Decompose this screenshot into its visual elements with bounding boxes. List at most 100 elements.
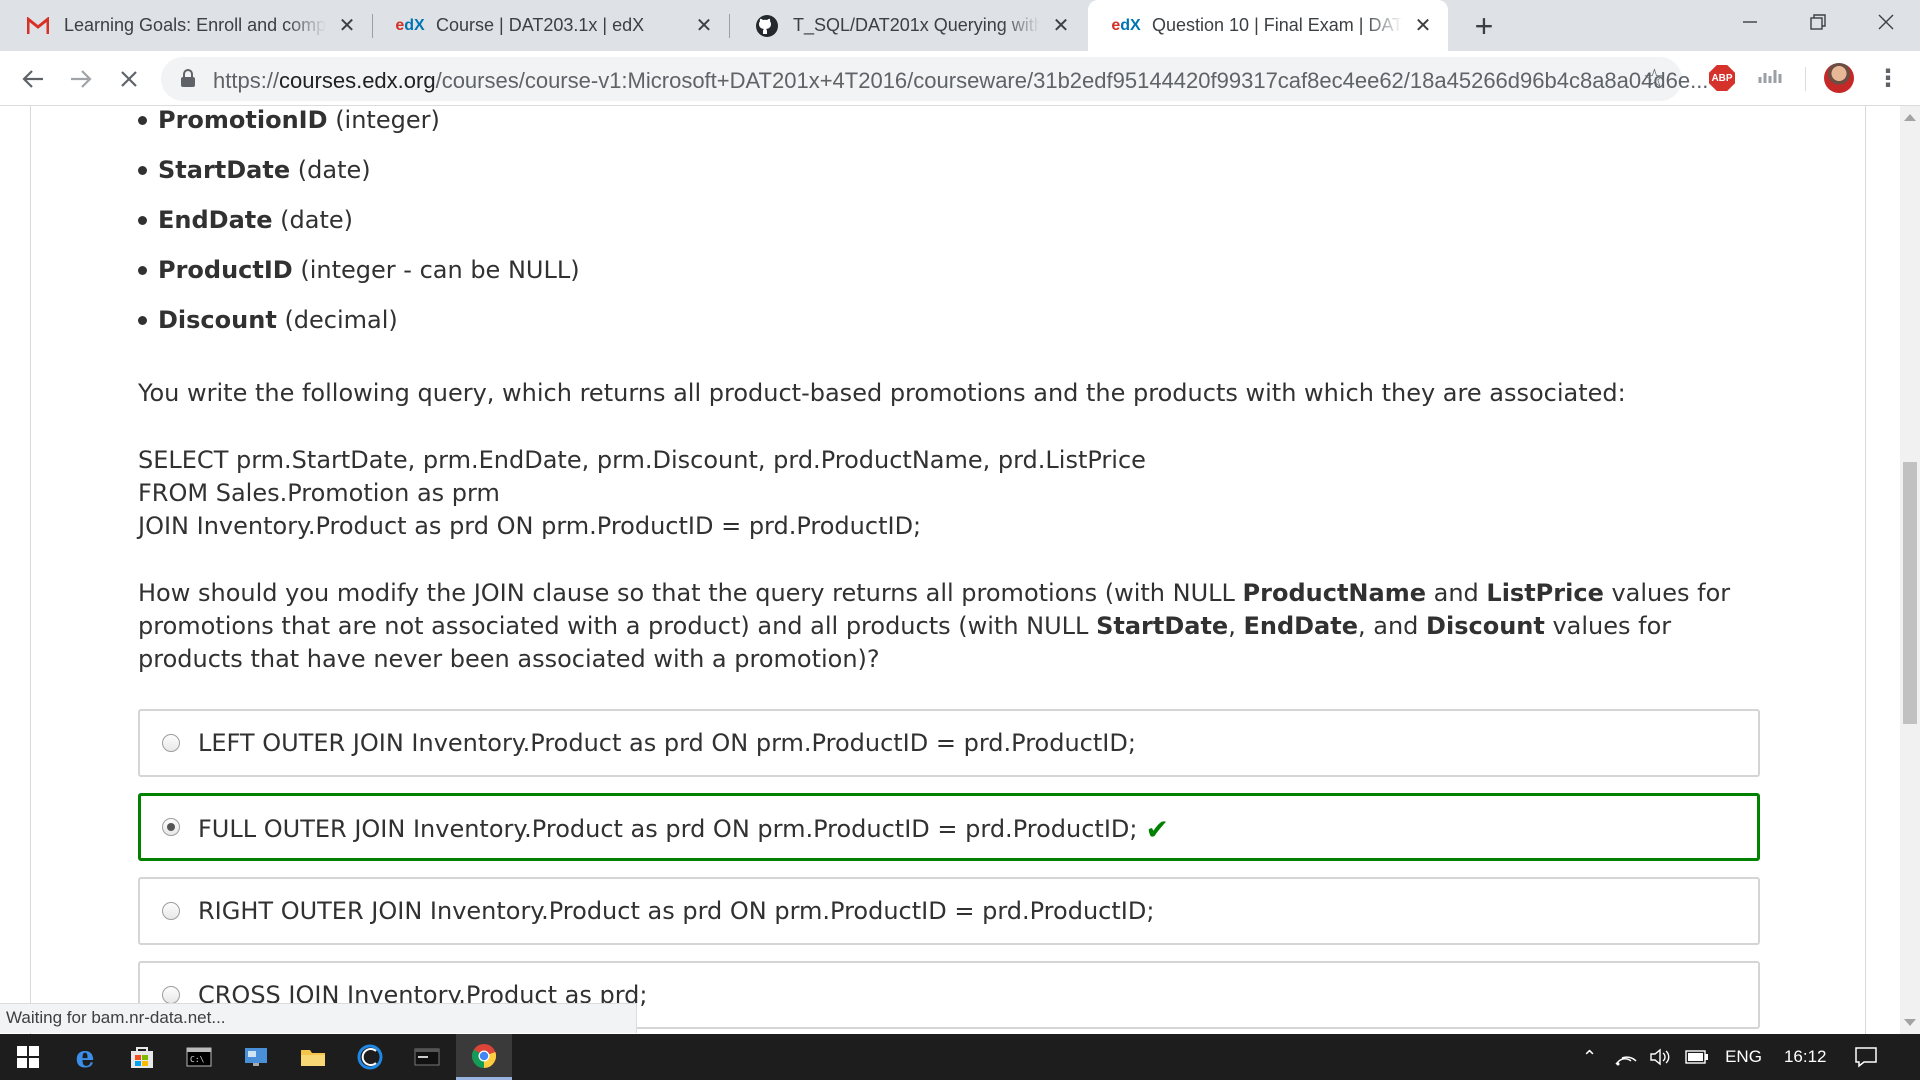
toolbar-divider: [1805, 67, 1806, 91]
windows-logo-icon: [17, 1046, 39, 1068]
field-type: (date): [297, 156, 371, 184]
page-scrollbar[interactable]: [1900, 106, 1920, 1034]
option-label: LEFT OUTER JOIN Inventory.Product as prd…: [198, 729, 1136, 757]
bullet: [138, 266, 147, 275]
list-item: EndDate (date): [138, 206, 354, 234]
close-tab-icon[interactable]: ✕: [336, 15, 358, 37]
store-icon: [131, 1047, 153, 1068]
tab-exam-question[interactable]: e dX Question 10 | Final Exam | DAT20 ✕: [1088, 0, 1448, 51]
field-type: (date): [280, 206, 354, 234]
adblock-icon[interactable]: ABP: [1709, 65, 1735, 91]
answer-option[interactable]: LEFT OUTER JOIN Inventory.Product as prd…: [138, 709, 1760, 777]
back-button[interactable]: [16, 62, 50, 96]
field-name: EndDate: [158, 206, 273, 234]
sql-line-select: SELECT prm.StartDate, prm.EndDate, prm.D…: [138, 446, 1146, 474]
system-tray: ⌃ ENG 16:12: [1582, 1034, 1878, 1080]
clock[interactable]: 16:12: [1784, 1047, 1827, 1067]
edx-icon: e dX: [1111, 16, 1141, 34]
bullet: [138, 116, 147, 125]
browser-toolbar: https://courses.edx.org/courses/course-v…: [0, 51, 1920, 106]
url-text: https://courses.edx.org/courses/course-v…: [213, 68, 1709, 93]
stop-loading-button[interactable]: [112, 62, 146, 96]
taskbar-remote-desktop[interactable]: [228, 1034, 284, 1080]
taskbar-file-explorer[interactable]: [285, 1034, 341, 1080]
remote-desktop-icon: [245, 1048, 267, 1066]
radio-button[interactable]: [162, 986, 180, 1004]
bullet: [138, 216, 147, 225]
question-prompt: How should you modify the JOIN clause so…: [138, 579, 1731, 673]
status-bubble: Waiting for bam.nr-data.net...: [0, 1003, 637, 1033]
radio-button[interactable]: [162, 818, 180, 836]
extension-chart-icon[interactable]: [1758, 65, 1784, 91]
new-tab-button[interactable]: +: [1467, 8, 1501, 44]
option-label: RIGHT OUTER JOIN Inventory.Product as pr…: [198, 897, 1155, 925]
tab-gmail[interactable]: Learning Goals: Enroll and compl ✕: [0, 0, 372, 51]
option-label: FULL OUTER JOIN Inventory.Product as prd…: [198, 813, 1169, 846]
field-name: StartDate: [158, 156, 291, 184]
field-type: (integer - can be NULL): [300, 256, 580, 284]
restore-button[interactable]: [1784, 0, 1852, 44]
tray-expand-icon[interactable]: ⌃: [1582, 1047, 1597, 1068]
page-viewport: PromotionID (integer) StartDate (date) E…: [0, 106, 1900, 1034]
forward-button[interactable]: [64, 62, 98, 96]
close-window-button[interactable]: [1852, 0, 1920, 44]
close-tab-icon[interactable]: ✕: [1050, 15, 1072, 37]
volume-icon[interactable]: [1649, 1048, 1671, 1066]
taskbar-chrome[interactable]: [456, 1034, 512, 1080]
restore-icon: [1810, 14, 1826, 30]
tab-github[interactable]: T_SQL/DAT201x Querying with Tr ✕: [729, 0, 1086, 51]
list-item: Discount (decimal): [138, 306, 398, 334]
checkmark-icon: ✔: [1145, 813, 1169, 846]
folder-icon: [301, 1050, 325, 1066]
ccleaner-icon: [357, 1044, 383, 1070]
address-bar[interactable]: https://courses.edx.org/courses/course-v…: [161, 57, 1708, 101]
chrome-icon: [472, 1043, 497, 1068]
minimize-icon: [1743, 21, 1757, 23]
close-icon: [1878, 14, 1894, 30]
chrome-menu-icon[interactable]: ⋮: [1876, 63, 1900, 93]
forward-arrow-icon: [71, 70, 92, 88]
close-tab-icon[interactable]: ✕: [693, 15, 715, 37]
bookmark-star-icon[interactable]: ☆: [1643, 63, 1666, 94]
windows-taskbar: e C:\ ⌃ ENG 16:12: [0, 1034, 1920, 1080]
radio-button[interactable]: [162, 734, 180, 752]
language-indicator[interactable]: ENG: [1725, 1047, 1762, 1067]
wifi-icon[interactable]: [1615, 1048, 1637, 1066]
field-name: Discount: [158, 306, 277, 334]
taskbar-edge[interactable]: e: [57, 1034, 113, 1080]
taskbar-store[interactable]: [114, 1034, 170, 1080]
sql-line-from: FROM Sales.Promotion as prm: [138, 479, 500, 507]
answer-option[interactable]: RIGHT OUTER JOIN Inventory.Product as pr…: [138, 877, 1760, 945]
sql-line-join: JOIN Inventory.Product as prd ON prm.Pro…: [138, 512, 922, 540]
answer-option-selected[interactable]: FULL OUTER JOIN Inventory.Product as prd…: [138, 793, 1760, 861]
scrollbar-thumb[interactable]: [1903, 462, 1917, 724]
field-type: (integer): [335, 106, 440, 134]
tab-title: Question 10 | Final Exam | DAT20: [1152, 15, 1402, 35]
battery-icon[interactable]: [1685, 1050, 1709, 1064]
close-tab-icon[interactable]: ✕: [1412, 15, 1434, 37]
lock-icon: [181, 69, 195, 87]
stop-icon: [121, 71, 137, 87]
terminal-icon: C:\: [186, 1047, 212, 1067]
bullet: [138, 316, 147, 325]
tab-title: Learning Goals: Enroll and compl: [64, 15, 326, 35]
field-name: PromotionID: [158, 106, 328, 134]
radio-button[interactable]: [162, 902, 180, 920]
taskbar-terminal[interactable]: C:\: [171, 1034, 227, 1080]
back-arrow-icon: [22, 70, 43, 88]
gmail-icon: [26, 14, 50, 38]
list-item: ProductID (integer - can be NULL): [138, 256, 580, 284]
action-center-icon[interactable]: [1854, 1046, 1878, 1068]
scroll-down-icon[interactable]: [1904, 1019, 1916, 1026]
profile-avatar[interactable]: [1824, 63, 1854, 93]
taskbar-cmd[interactable]: [399, 1034, 455, 1080]
taskbar-ccleaner[interactable]: [342, 1034, 398, 1080]
list-item: StartDate (date): [138, 156, 371, 184]
tab-strip: Learning Goals: Enroll and compl ✕ e dX C…: [0, 0, 1920, 51]
field-type: (decimal): [284, 306, 398, 334]
query-intro: You write the following query, which ret…: [138, 379, 1626, 407]
scroll-up-icon[interactable]: [1904, 114, 1916, 121]
start-button[interactable]: [0, 1034, 56, 1080]
tab-course[interactable]: e dX Course | DAT203.1x | edX ✕: [372, 0, 729, 51]
minimize-button[interactable]: [1716, 0, 1784, 44]
